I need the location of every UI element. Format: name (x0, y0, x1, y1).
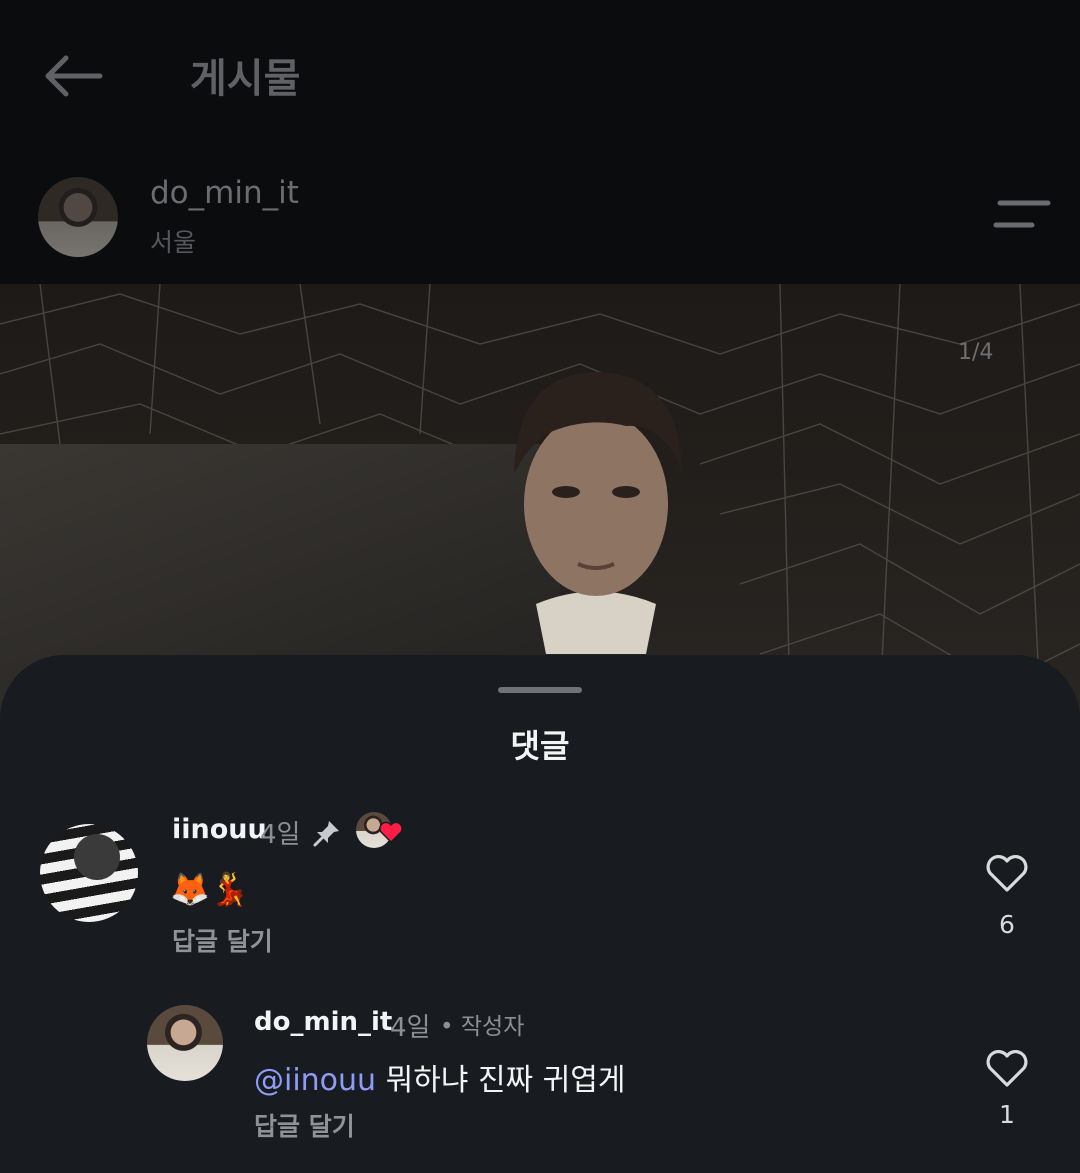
author-avatar[interactable] (38, 177, 118, 257)
heart-badge-icon (379, 821, 403, 844)
author-username[interactable]: do_min_it (150, 175, 299, 211)
heart-outline-icon (986, 855, 1028, 892)
like-count: 6 (999, 910, 1015, 939)
menu-icon (993, 200, 1051, 228)
post-location[interactable]: 서울 (150, 223, 196, 259)
comment-username[interactable]: do_min_it (254, 1007, 392, 1037)
liked-by-author-badge (356, 812, 408, 852)
comment-body: 뭐하냐 진짜 귀엽게 (376, 1063, 626, 1098)
commenter-avatar[interactable] (147, 1005, 223, 1081)
comment-item: iinouu 4일 🦊💃 답글 달기 6 (0, 810, 1080, 960)
commenter-avatar[interactable] (40, 824, 138, 922)
comments-sheet: 댓글 iinouu 4일 🦊💃 답글 달기 6 do_min_it 4일 • 작… (0, 655, 1080, 1173)
reply-button[interactable]: 답글 달기 (254, 1107, 355, 1143)
author-badge: • 작성자 (440, 1014, 525, 1040)
arrow-left-icon (45, 55, 103, 97)
back-button[interactable] (40, 50, 106, 102)
heart-outline-icon (986, 1050, 1028, 1087)
top-app-bar: 게시물 (0, 0, 1080, 150)
comment-text: 🦊💃 (170, 870, 250, 908)
comment-time: 4일 (260, 820, 301, 850)
like-button[interactable] (984, 1047, 1030, 1089)
more-options-button[interactable] (990, 195, 1054, 235)
reply-item: do_min_it 4일 • 작성자 @iinouu 뭐하냐 진짜 귀엽게 답글… (0, 1005, 1080, 1145)
like-count: 1 (999, 1100, 1015, 1129)
reply-button[interactable]: 답글 달기 (172, 922, 273, 958)
mention-link[interactable]: @iinouu (254, 1063, 376, 1098)
like-button[interactable] (984, 852, 1030, 894)
comment-text: @iinouu 뭐하냐 진짜 귀엽게 (254, 1055, 626, 1099)
comment-username[interactable]: iinouu (172, 814, 267, 845)
post-author-row: do_min_it 서울 (0, 165, 1080, 275)
page-title: 게시물 (190, 56, 301, 102)
sheet-title: 댓글 (510, 727, 570, 765)
comment-time: 4일 (390, 1013, 431, 1043)
pin-icon (313, 821, 339, 847)
sheet-drag-handle[interactable] (498, 687, 582, 693)
photo-page-indicator: 1/4 (958, 340, 994, 365)
photo-subject (514, 372, 682, 654)
